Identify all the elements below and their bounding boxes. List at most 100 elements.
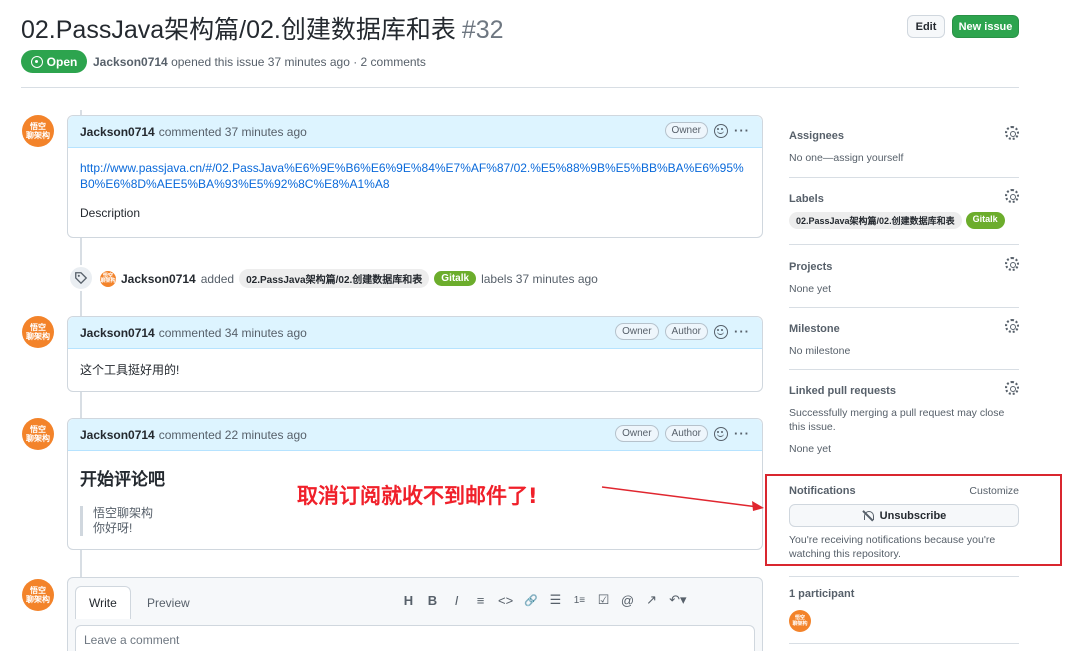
labels-gear-icon[interactable]: [1005, 189, 1019, 203]
tab-write[interactable]: Write: [75, 586, 131, 619]
assignees-gear-icon[interactable]: [1005, 126, 1019, 140]
unordered-list-icon[interactable]: ☰: [549, 592, 562, 608]
add-reaction-icon[interactable]: [714, 426, 728, 441]
more-options-icon[interactable]: ···: [734, 324, 750, 339]
comment-author[interactable]: Jackson0714: [80, 326, 155, 340]
edit-button[interactable]: Edit: [907, 15, 945, 38]
participant-avatar-text: 悟空 聊架构: [792, 615, 808, 627]
new-issue-button[interactable]: New issue: [952, 15, 1019, 38]
issue-author-link[interactable]: Jackson0714: [93, 55, 168, 69]
label-pill-gitalk[interactable]: Gitalk: [965, 212, 1005, 229]
projects-gear-icon[interactable]: [1005, 257, 1019, 271]
label-pill-gitalk[interactable]: Gitalk: [434, 271, 477, 286]
avatar[interactable]: 悟空 聊架构: [22, 579, 54, 611]
issue-title: 02.PassJava架构篇/02.创建数据库和表 #32: [21, 10, 504, 46]
labels-list: 02.PassJava架构篇/02.创建数据库和表 Gitalk: [789, 212, 1019, 229]
quote-icon[interactable]: ≡: [474, 593, 487, 608]
milestone-title: Milestone: [789, 323, 840, 335]
link-icon[interactable]: 🔗: [524, 594, 538, 607]
event-verb: added: [200, 271, 235, 286]
comment-header: Jackson0714 commented 34 minutes ago Own…: [68, 317, 762, 349]
state-label: Open: [46, 54, 78, 69]
projects-value: None yet: [789, 283, 832, 295]
owner-badge: Owner: [615, 323, 659, 340]
open-state-badge: Open: [21, 50, 87, 73]
quote-line: 你好呀!: [93, 521, 133, 535]
comment-timestamp[interactable]: commented 22 minutes ago: [159, 428, 307, 442]
assignees-value[interactable]: No one—assign yourself: [789, 151, 1019, 165]
label-pill[interactable]: 02.PassJava架构篇/02.创建数据库和表: [789, 212, 962, 229]
comment-textarea[interactable]: Leave a comment: [75, 625, 755, 651]
avatar-text: 悟空 聊架构: [26, 323, 50, 341]
comment-timestamp[interactable]: commented 37 minutes ago: [159, 125, 307, 139]
avatar[interactable]: 悟空 聊架构: [22, 115, 54, 147]
comment-author[interactable]: Jackson0714: [80, 428, 155, 442]
issue-title-text: 02.PassJava架构篇/02.创建数据库和表: [21, 16, 456, 44]
event-author[interactable]: Jackson0714: [121, 272, 196, 286]
comment-actions: Owner ···: [664, 122, 750, 139]
heading-icon[interactable]: H: [402, 593, 415, 608]
ordered-list-icon[interactable]: 1≡: [573, 595, 586, 606]
issue-open-icon: [30, 55, 43, 68]
comment-actions: Owner Author ···: [615, 323, 750, 340]
tab-preview[interactable]: Preview: [134, 586, 203, 619]
issue-number: #32: [461, 16, 504, 44]
italic-icon[interactable]: I: [450, 593, 463, 608]
sidebar-divider: [789, 244, 1019, 245]
linked-prs-title: Linked pull requests: [789, 385, 896, 397]
comment-header: Jackson0714 commented 37 minutes ago Own…: [68, 116, 762, 148]
comment-actions: Owner Author ···: [615, 425, 750, 442]
label-event: 悟空 聊架构 Jackson0714 added 02.PassJava架构篇/…: [100, 269, 598, 288]
annotation-text: 取消订阅就收不到邮件了!: [297, 484, 538, 508]
comment-1: Jackson0714 commented 37 minutes ago Own…: [67, 115, 763, 238]
participant-avatar[interactable]: 悟空 聊架构: [789, 610, 811, 632]
sidebar-assignees: Assignees No one—assign yourself: [789, 126, 1019, 165]
linked-prs-gear-icon[interactable]: [1005, 381, 1019, 395]
sidebar-labels: Labels 02.PassJava架构篇/02.创建数据库和表 Gitalk: [789, 189, 1019, 229]
label-pill[interactable]: 02.PassJava架构篇/02.创建数据库和表: [239, 269, 430, 288]
avatar[interactable]: 悟空 聊架构: [22, 316, 54, 348]
linked-prs-value: None yet: [789, 443, 832, 455]
tag-icon: [75, 272, 88, 285]
sidebar-divider: [789, 576, 1019, 577]
comment-link[interactable]: http://www.passjava.cn/#/02.PassJava%E6%…: [80, 160, 750, 192]
sidebar-divider: [789, 643, 1019, 644]
reference-icon[interactable]: ↗: [645, 592, 658, 608]
labels-title: Labels: [789, 193, 824, 205]
avatar-text: 悟空 聊架构: [26, 122, 50, 140]
comment-timestamp[interactable]: commented 34 minutes ago: [159, 326, 307, 340]
comment-body: http://www.passjava.cn/#/02.PassJava%E6%…: [68, 148, 762, 232]
comment-2: Jackson0714 commented 34 minutes ago Own…: [67, 316, 763, 392]
avatar-text: 悟空 聊架构: [26, 425, 50, 443]
participants-title: 1 participant: [789, 588, 855, 600]
sidebar-participants: 1 participant 悟空 聊架构: [789, 588, 1019, 632]
saved-replies-icon[interactable]: ↶▾: [669, 592, 686, 608]
more-options-icon[interactable]: ···: [734, 123, 750, 138]
highlight-box: [765, 474, 1062, 566]
bold-icon[interactable]: B: [426, 593, 439, 608]
milestone-gear-icon[interactable]: [1005, 319, 1019, 333]
add-reaction-icon[interactable]: [714, 324, 728, 339]
assignees-title: Assignees: [789, 130, 845, 142]
comment-header: Jackson0714 commented 22 minutes ago Own…: [68, 419, 762, 451]
milestone-value: No milestone: [789, 345, 851, 357]
projects-title: Projects: [789, 261, 833, 273]
sidebar-divider: [789, 369, 1019, 370]
owner-badge: Owner: [615, 425, 659, 442]
event-avatar-text: 悟空 聊架构: [100, 272, 116, 284]
add-reaction-icon[interactable]: [714, 123, 728, 138]
annotation-arrow: [601, 486, 764, 511]
comment-author[interactable]: Jackson0714: [80, 125, 155, 139]
comment-body: 这个工具挺好用的!: [80, 363, 180, 377]
event-suffix: labels 37 minutes ago: [481, 271, 598, 286]
more-options-icon[interactable]: ···: [734, 426, 750, 441]
avatar[interactable]: 悟空 聊架构: [22, 418, 54, 450]
event-avatar[interactable]: 悟空 聊架构: [100, 270, 116, 287]
owner-badge: Owner: [664, 122, 708, 139]
code-icon[interactable]: <>: [498, 593, 513, 608]
header-divider: [21, 87, 1019, 88]
task-list-icon[interactable]: ☑: [597, 592, 610, 608]
comment-description: Description: [80, 206, 141, 220]
markdown-toolbar: H B I ≡ <> 🔗 ☰ 1≡ ☑ @ ↗ ↶▾: [402, 592, 687, 608]
mention-icon[interactable]: @: [621, 593, 634, 608]
